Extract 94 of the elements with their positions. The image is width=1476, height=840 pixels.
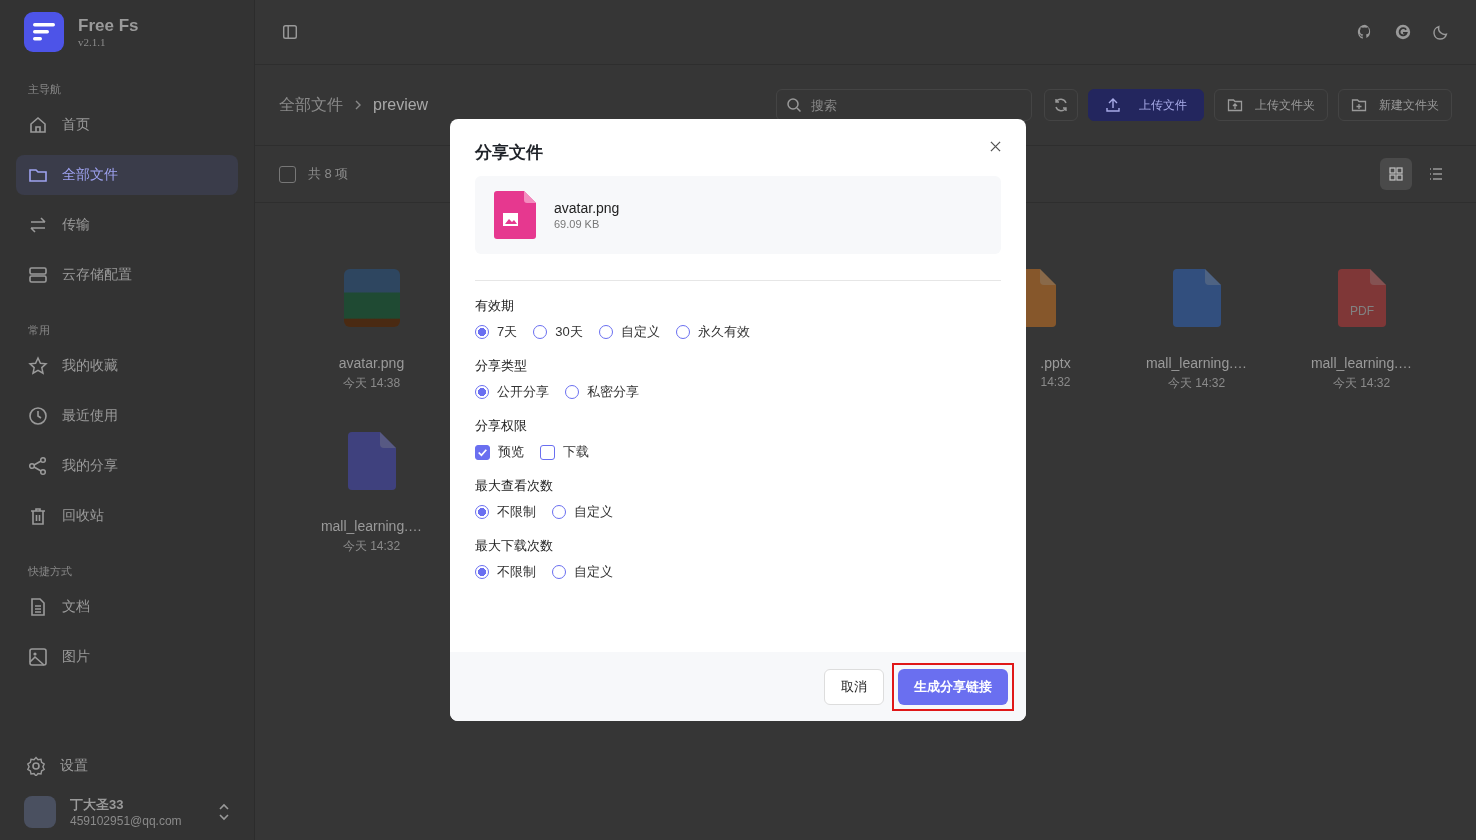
option-label: 自定义: [574, 503, 613, 521]
document-icon: [28, 597, 48, 617]
file-time: 14:32: [1040, 375, 1071, 389]
file-size: 69.09 KB: [554, 218, 601, 230]
option-label: 30天: [555, 323, 583, 341]
star-icon: [28, 356, 48, 376]
storage-icon: [28, 265, 48, 285]
file-name[interactable]: avatar.png: [338, 355, 405, 371]
toolbar-button[interactable]: 新建文件夹: [1338, 89, 1452, 121]
file-name[interactable]: mall_learning.…: [1310, 355, 1413, 371]
settings-icon: [26, 756, 46, 776]
image-file-icon: [494, 191, 536, 239]
sidebar-item[interactable]: 最近使用: [16, 396, 238, 436]
generate-link-button[interactable]: 生成分享链接: [898, 668, 1008, 705]
settings-item[interactable]: 设置: [0, 748, 254, 784]
moon-icon[interactable]: [1432, 23, 1450, 41]
option-label: 预览: [498, 443, 524, 461]
section-label: 常用: [27, 323, 51, 338]
option-label: 公开分享: [497, 383, 549, 401]
item-count: 共 8 项: [308, 165, 349, 183]
image-icon: [28, 647, 48, 667]
dialog-title: 分享文件: [475, 142, 543, 164]
option-label: 7天: [497, 323, 518, 341]
close-icon[interactable]: [990, 141, 1001, 152]
field-label: 分享权限: [475, 417, 528, 435]
sidebar-item[interactable]: 传输: [16, 205, 238, 245]
sidebar-item[interactable]: 全部文件: [16, 155, 238, 195]
user-email: 459102951@qq.com: [70, 814, 183, 828]
section-label: 主导航: [27, 82, 62, 97]
sidebar-item[interactable]: 云存储配置: [16, 255, 238, 295]
radio-button[interactable]: [475, 385, 489, 399]
file-type-label: PDF: [1349, 304, 1374, 318]
sidebar-item[interactable]: 首页: [16, 105, 238, 145]
app-logo-icon: [24, 12, 64, 52]
file-name[interactable]: .pptx: [1040, 355, 1071, 371]
file-time: 今天 14:38: [342, 375, 401, 392]
checkbox[interactable]: [475, 444, 490, 460]
sidebar-item[interactable]: 文档: [16, 587, 238, 627]
checkbox[interactable]: [540, 444, 555, 460]
folder-upload-icon: [1227, 97, 1243, 113]
file-time: 今天 14:32: [1332, 375, 1391, 392]
app-name: Free Fs: [78, 16, 139, 36]
field-label: 最大下载次数: [475, 537, 554, 555]
list-icon: [1428, 166, 1444, 182]
grid-icon: [1388, 166, 1404, 182]
image-thumbnail[interactable]: [343, 269, 400, 327]
option-label: 不限制: [497, 563, 536, 581]
file-time: 今天 14:32: [342, 538, 401, 555]
file-name[interactable]: mall_learning.…: [1145, 355, 1248, 371]
option-label: 永久有效: [697, 323, 750, 341]
file-name[interactable]: mall_learning.…: [320, 518, 423, 534]
view-toggle[interactable]: [1380, 158, 1412, 190]
sidebar-item[interactable]: 我的收藏: [16, 346, 238, 386]
chevron-updown-icon[interactable]: [218, 803, 230, 821]
option-label: 自定义: [574, 563, 613, 581]
option-label: 不限制: [497, 503, 536, 521]
option-label: 自定义: [620, 323, 660, 341]
toolbar-button[interactable]: 上传文件夹: [1214, 89, 1328, 121]
chevron-right-icon: [353, 100, 363, 110]
avatar: [24, 796, 56, 828]
g-logo-icon[interactable]: [1394, 23, 1412, 41]
app-version: v2.1.1: [78, 36, 107, 48]
field-label: 最大查看次数: [475, 477, 554, 495]
trash-icon: [28, 506, 48, 526]
folder-add-icon: [1351, 97, 1367, 113]
file-name: avatar.png: [554, 200, 620, 216]
radio-button[interactable]: [475, 325, 489, 339]
field-label: 分享类型: [475, 357, 528, 375]
user-name: 丁大圣33: [70, 796, 125, 814]
search-field[interactable]: 搜索: [776, 89, 1032, 121]
option-label: 下载: [563, 443, 589, 461]
home-icon: [28, 115, 48, 135]
option-label: 私密分享: [587, 383, 639, 401]
cancel-button[interactable]: 取消: [824, 668, 884, 705]
clock-icon: [28, 406, 48, 426]
sidebar-item[interactable]: 我的分享: [16, 446, 238, 486]
toolbar-button[interactable]: 上传文件: [1088, 89, 1204, 121]
field-label: 有效期: [475, 297, 515, 315]
breadcrumb-item[interactable]: preview: [373, 96, 429, 114]
radio-button[interactable]: [475, 565, 489, 579]
transfer-icon: [28, 215, 48, 235]
select-all-checkbox[interactable]: [279, 165, 296, 183]
breadcrumb-item[interactable]: 全部文件: [279, 94, 343, 116]
refresh-icon: [1053, 97, 1069, 113]
upload-icon: [1105, 97, 1121, 113]
file-time: 今天 14:32: [1167, 375, 1226, 392]
search-icon: [786, 97, 802, 113]
section-label: 快捷方式: [27, 564, 73, 579]
sidebar-item[interactable]: 图片: [16, 637, 238, 677]
refresh-button[interactable]: [1044, 89, 1078, 121]
sidebar-toggle-icon[interactable]: [281, 23, 299, 41]
share-icon: [28, 456, 48, 476]
sidebar-item[interactable]: 回收站: [16, 496, 238, 536]
radio-button[interactable]: [475, 505, 489, 519]
